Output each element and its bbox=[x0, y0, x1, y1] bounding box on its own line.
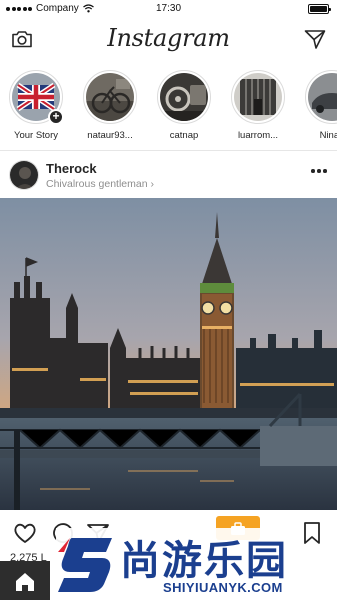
app-title: Instagram bbox=[107, 24, 230, 52]
story-avatar bbox=[160, 73, 208, 121]
stories-divider bbox=[0, 150, 337, 151]
story-label: nataur93... bbox=[87, 130, 133, 141]
watermark-english-text: SHIYIUANYK.COM bbox=[160, 580, 286, 595]
story-avatar bbox=[308, 73, 337, 121]
post-author-avatar[interactable] bbox=[9, 160, 39, 190]
stories-tray: + Your Story nataur93... catnap luarrom.… bbox=[0, 66, 337, 148]
story-ring: + bbox=[9, 70, 64, 125]
story-avatar bbox=[86, 73, 134, 121]
story-nataur93[interactable]: nataur93... bbox=[80, 70, 140, 141]
battery-icon bbox=[308, 4, 331, 14]
story-ring bbox=[231, 70, 285, 124]
watermark-logo-icon bbox=[56, 528, 118, 600]
story-label: catnap bbox=[169, 130, 199, 141]
story-catnap[interactable]: catnap bbox=[154, 70, 214, 141]
more-options-icon[interactable] bbox=[311, 169, 327, 175]
home-tab[interactable] bbox=[0, 561, 50, 600]
status-bar: Company 17:30 bbox=[0, 0, 337, 18]
post-header: Therock Chivalrous gentleman › bbox=[0, 156, 337, 196]
story-your-story[interactable]: + Your Story bbox=[6, 70, 66, 141]
story-ring bbox=[305, 70, 337, 124]
nav-bar: Instagram bbox=[0, 20, 337, 58]
story-label: Your Story bbox=[13, 130, 58, 141]
watermark-chinese-text: 尚游乐园 bbox=[118, 528, 290, 586]
home-icon bbox=[16, 573, 34, 591]
story-ring bbox=[157, 70, 211, 124]
story-label: luarrom... bbox=[237, 130, 279, 141]
status-time: 17:30 bbox=[155, 3, 182, 14]
add-story-badge[interactable]: + bbox=[48, 109, 64, 125]
post-subtitle[interactable]: Chivalrous gentleman › bbox=[46, 178, 154, 190]
story-ninan[interactable]: Ninan bbox=[302, 70, 337, 141]
direct-message-icon[interactable] bbox=[303, 27, 327, 51]
watermark: 尚游乐园 SHIYIUANYK.COM bbox=[56, 528, 337, 600]
story-luarrom[interactable]: luarrom... bbox=[228, 70, 288, 141]
post-photo[interactable] bbox=[0, 198, 337, 510]
heart-icon[interactable] bbox=[12, 520, 38, 546]
story-ring bbox=[83, 70, 137, 124]
post-username[interactable]: Therock bbox=[46, 161, 97, 176]
story-avatar bbox=[234, 73, 282, 121]
story-label: Ninan bbox=[319, 130, 337, 141]
